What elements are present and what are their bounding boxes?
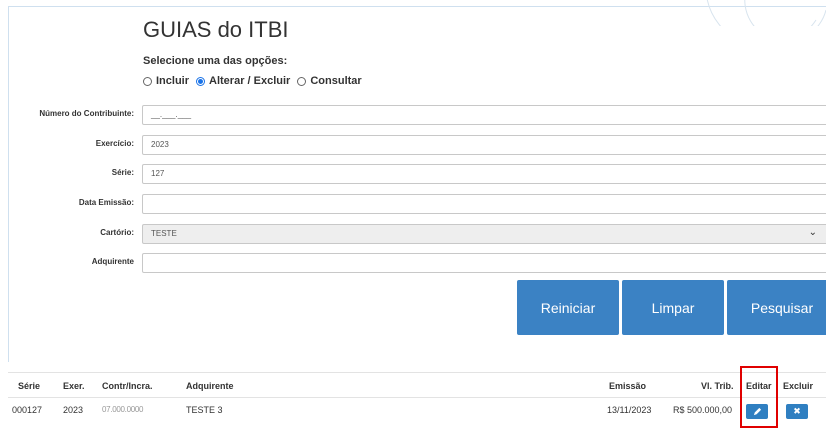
header-adquirente: Adquirente <box>186 381 234 391</box>
data-emissao-input[interactable] <box>142 194 826 214</box>
data-emissao-label: Data Emissão: <box>78 198 134 207</box>
radio-incluir-circle[interactable] <box>143 76 152 86</box>
mode-radio-group: Incluir Alterar / Excluir Consultar <box>143 75 369 87</box>
cell-contr: 07.000.0000 <box>102 405 144 414</box>
cell-serie: 000127 <box>12 405 43 415</box>
row-data-emissao: Data Emissão: <box>0 194 826 214</box>
editar-highlight-box <box>740 366 778 428</box>
delete-button[interactable]: ✖ <box>786 404 808 419</box>
cell-adquirente: TESTE 3 <box>186 405 223 415</box>
adquirente-label: Adquirente <box>91 257 134 266</box>
reiniciar-button[interactable]: Reiniciar <box>517 280 619 335</box>
serie-label: Série: <box>111 168 134 177</box>
cartorio-select[interactable]: TESTE <box>142 224 826 244</box>
cell-emissao: 13/11/2023 <box>607 405 652 415</box>
cell-exer: 2023 <box>63 405 84 415</box>
header-contr: Contr/Incra. <box>102 381 153 391</box>
limpar-button[interactable]: Limpar <box>622 280 724 335</box>
radio-alterar-excluir[interactable]: Alterar / Excluir <box>196 75 290 87</box>
exercicio-label: Exercício: <box>95 139 134 148</box>
radio-incluir-label[interactable]: Incluir <box>156 75 189 87</box>
adquirente-input[interactable] <box>142 253 826 273</box>
cartorio-label: Cartório: <box>100 228 134 237</box>
page-title: GUIAS do ITBI <box>143 17 289 42</box>
header-emissao: Emissão <box>609 381 647 391</box>
pesquisar-button[interactable]: Pesquisar <box>727 280 826 335</box>
radio-consultar[interactable]: Consultar <box>297 75 362 87</box>
table-top-divider <box>8 372 826 373</box>
row-exercicio: Exercício: 2023 <box>0 135 826 155</box>
header-excluir: Excluir <box>783 381 814 391</box>
header-serie: Série <box>18 381 41 391</box>
close-icon: ✖ <box>793 406 801 416</box>
radio-consultar-circle[interactable] <box>297 76 307 86</box>
header-vl-trib: Vl. Trib. <box>701 381 734 391</box>
cell-vl-trib: R$ 500.000,00 <box>673 405 733 415</box>
row-serie: Série: 127 <box>0 164 826 184</box>
contribuinte-input[interactable]: __.___.___ <box>142 105 826 125</box>
cartorio-selected-value: TESTE <box>151 229 177 238</box>
serie-input[interactable]: 127 <box>142 164 826 184</box>
chevron-down-icon[interactable]: ⌄ <box>809 227 817 238</box>
frame-left-border <box>8 6 9 362</box>
decorative-arc-graphic <box>706 0 826 26</box>
radio-alterar-excluir-circle[interactable] <box>196 76 206 86</box>
header-exer: Exer. <box>63 381 85 391</box>
options-prompt: Selecione uma das opções: <box>143 55 288 67</box>
table-header-divider <box>8 397 826 398</box>
contribuinte-label: Número do Contribuinte: <box>39 109 134 118</box>
row-adquirente: Adquirente <box>0 253 826 273</box>
row-contribuinte: Número do Contribuinte: __.___.___ <box>0 105 826 125</box>
exercicio-input[interactable]: 2023 <box>142 135 826 155</box>
radio-alterar-excluir-label[interactable]: Alterar / Excluir <box>209 75 290 87</box>
radio-consultar-label[interactable]: Consultar <box>310 75 361 87</box>
radio-incluir[interactable]: Incluir <box>143 75 189 87</box>
row-cartorio: Cartório: TESTE ⌄ <box>0 224 826 244</box>
